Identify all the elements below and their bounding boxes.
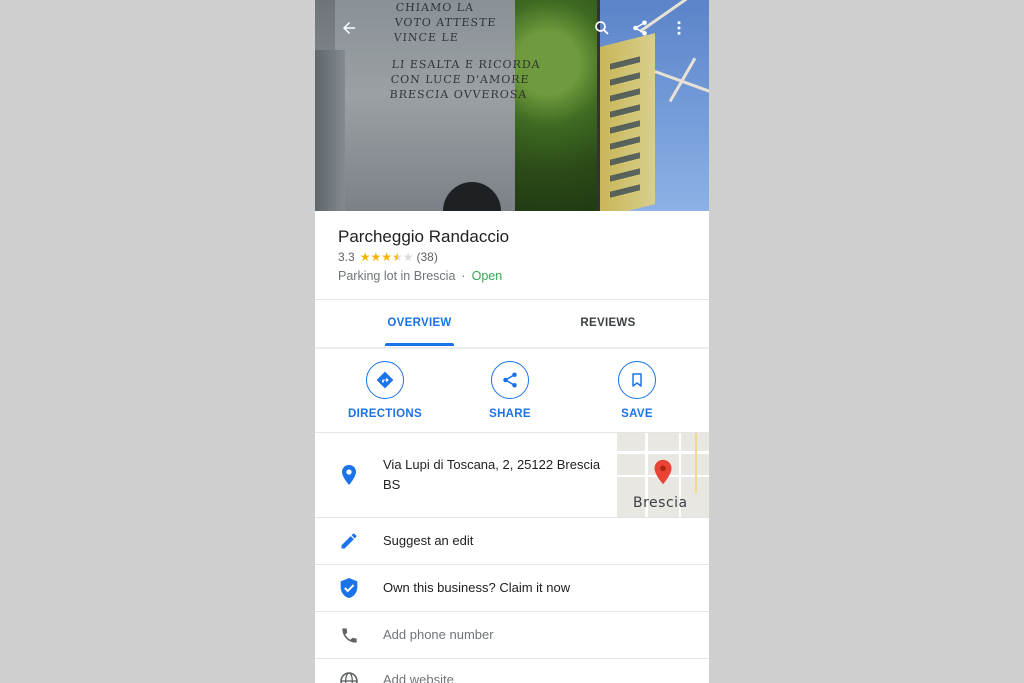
monument-pillar [315,50,345,211]
building-windows [610,56,640,204]
address-row[interactable]: Via Lupi di Toscana, 2, 25122 Brescia BS… [315,433,709,518]
save-label: SAVE [621,408,653,420]
map-city-label: Brescia [633,495,688,511]
monument-engraving: CHIAMO LA VOTO ATTESTE VINCE LE LI ESALT… [389,1,542,101]
location-pin-icon [337,463,361,487]
verified-shield-icon [337,576,361,600]
tab-indicator [385,343,454,346]
more-vert-icon[interactable] [667,16,691,40]
add-website-label: Add website [383,672,454,683]
category-row: Parking lot in Brescia · Open [338,269,502,283]
address-line-1: Via Lupi di Toscana, 2, 25122 Brescia [383,457,601,472]
add-phone-row[interactable]: Add phone number [315,612,709,658]
action-bar: DIRECTIONS SHARE SAVE [315,349,709,433]
trees [515,0,597,211]
back-arrow-icon[interactable] [337,16,361,40]
photo-building[interactable] [600,0,709,211]
place-sheet: CHIAMO LA VOTO ATTESTE VINCE LE LI ESALT… [315,0,709,683]
share-button[interactable]: SHARE [460,361,560,420]
place-title: Parcheggio Randaccio [338,227,510,246]
search-icon[interactable] [590,16,614,40]
phone-icon [337,623,361,647]
separator-dot: · [461,269,466,283]
directions-icon [366,361,404,399]
bookmark-icon [618,361,656,399]
save-button[interactable]: SAVE [587,361,687,420]
tab-reviews[interactable]: REVIEWS [560,300,656,346]
tab-bar: OVERVIEW REVIEWS [315,300,709,348]
place-header: Parcheggio Randaccio 3.3 ★ ★ ★ ★ ★ (38) … [315,211,709,299]
pencil-icon [337,529,361,553]
claim-business-label: Own this business? Claim it now [383,580,571,595]
map-pin-icon [653,459,673,490]
star-empty-icon: ★ [402,250,414,264]
open-status: Open [471,269,503,283]
star-rating: ★ ★ ★ ★ ★ [360,251,414,263]
share-label: SHARE [489,408,531,420]
star-icon: ★ [359,250,371,264]
directions-label: DIRECTIONS [348,408,422,420]
rating-value: 3.3 [338,250,355,264]
share-icon[interactable] [628,16,652,40]
tab-overview[interactable]: OVERVIEW [375,300,464,346]
claim-business-row[interactable]: Own this business? Claim it now [315,565,709,611]
add-phone-label: Add phone number [383,627,494,642]
star-half-icon: ★ [391,250,403,264]
add-website-row[interactable]: Add website [315,659,709,683]
review-count: (38) [416,250,438,264]
star-icon: ★ [381,250,392,264]
map-road [695,433,697,493]
globe-icon [337,669,361,683]
place-category: Parking lot in Brescia [338,269,456,283]
star-icon: ★ [370,250,382,264]
share-icon [491,361,529,399]
suggest-edit-label: Suggest an edit [383,533,474,548]
map-thumbnail[interactable]: Brescia [617,433,709,518]
photo-carousel[interactable]: CHIAMO LA VOTO ATTESTE VINCE LE LI ESALT… [315,0,709,211]
address-text: Via Lupi di Toscana, 2, 25122 Brescia BS [383,455,600,495]
suggest-edit-row[interactable]: Suggest an edit [315,518,709,564]
rating-row[interactable]: 3.3 ★ ★ ★ ★ ★ (38) [338,250,438,264]
directions-button[interactable]: DIRECTIONS [335,361,435,420]
address-line-2: BS [383,477,401,492]
